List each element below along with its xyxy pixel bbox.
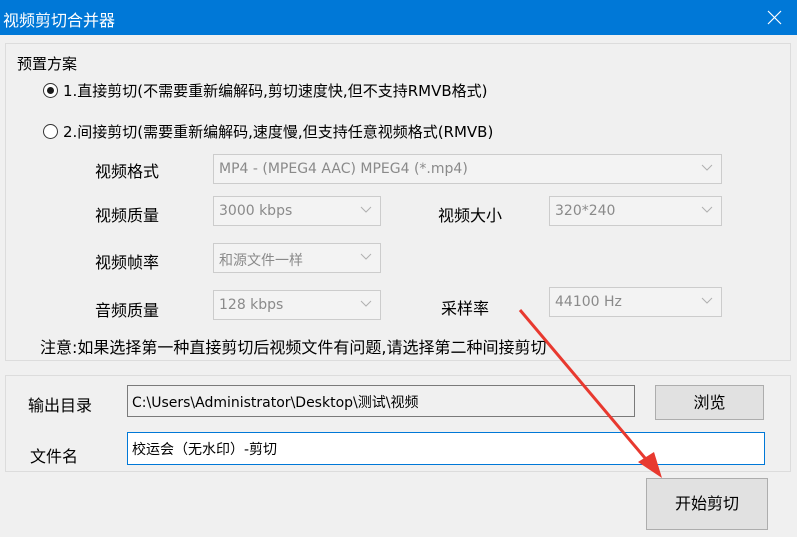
video-size-select[interactable]: 320*240	[549, 196, 722, 226]
chevron-down-icon	[701, 297, 713, 304]
frame-rate-value: 和源文件一样	[219, 253, 303, 269]
video-format-value: MP4 - (MPEG4 AAC) MPEG4 (*.mp4)	[219, 161, 468, 177]
chevron-down-icon	[360, 206, 372, 213]
browse-button[interactable]: 浏览	[655, 385, 764, 420]
preset-option-2[interactable]: 2.间接剪切(需要重新编解码,速度慢,但支持任意视频格式(RMVB)	[43, 121, 493, 142]
output-dir-label: 输出目录	[28, 396, 93, 415]
radio-direct-cut[interactable]	[43, 83, 58, 98]
sample-rate-label: 采样率	[441, 299, 490, 318]
start-cut-button[interactable]: 开始剪切	[646, 478, 768, 530]
title-bar: 视频剪切合并器	[0, 0, 797, 35]
sample-rate-select[interactable]: 44100 Hz	[549, 287, 722, 317]
note-text: 注意:如果选择第一种直接剪切后视频文件有问题,请选择第二种间接剪切	[40, 338, 547, 357]
chevron-down-icon	[360, 253, 372, 260]
audio-quality-select[interactable]: 128 kbps	[213, 290, 381, 320]
chevron-down-icon	[701, 206, 713, 213]
filename-label: 文件名	[30, 447, 79, 466]
close-icon	[767, 10, 782, 25]
filename-input[interactable]: 校运会（无水印）-剪切	[127, 432, 765, 465]
preset-option-2-label: 2.间接剪切(需要重新编解码,速度慢,但支持任意视频格式(RMVB)	[63, 123, 494, 141]
chevron-down-icon	[701, 164, 713, 171]
video-quality-label: 视频质量	[95, 206, 160, 225]
sample-rate-value: 44100 Hz	[555, 294, 622, 310]
video-format-label: 视频格式	[95, 162, 160, 181]
preset-option-1-label: 1.直接剪切(不需要重新编解码,剪切速度快,但不支持RMVB格式)	[63, 82, 488, 100]
video-quality-select[interactable]: 3000 kbps	[213, 196, 381, 226]
video-quality-value: 3000 kbps	[219, 203, 293, 219]
video-size-value: 320*240	[555, 203, 616, 219]
output-dir-value: C:\Users\Administrator\Desktop\测试\视频	[132, 395, 419, 411]
video-format-select[interactable]: MP4 - (MPEG4 AAC) MPEG4 (*.mp4)	[213, 154, 722, 184]
video-size-label: 视频大小	[438, 206, 503, 225]
close-button[interactable]	[751, 0, 797, 35]
preset-group-title: 预置方案	[17, 55, 78, 73]
frame-rate-select[interactable]: 和源文件一样	[213, 243, 381, 273]
window-title: 视频剪切合并器	[3, 11, 116, 30]
filename-value: 校运会（无水印）-剪切	[132, 442, 278, 458]
frame-rate-label: 视频帧率	[95, 253, 160, 272]
preset-option-1[interactable]: 1.直接剪切(不需要重新编解码,剪切速度快,但不支持RMVB格式)	[43, 80, 487, 101]
audio-quality-label: 音频质量	[95, 301, 160, 320]
chevron-down-icon	[360, 300, 372, 307]
output-dir-field[interactable]: C:\Users\Administrator\Desktop\测试\视频	[127, 385, 635, 417]
radio-indirect-cut[interactable]	[43, 124, 58, 139]
audio-quality-value: 128 kbps	[219, 297, 284, 313]
